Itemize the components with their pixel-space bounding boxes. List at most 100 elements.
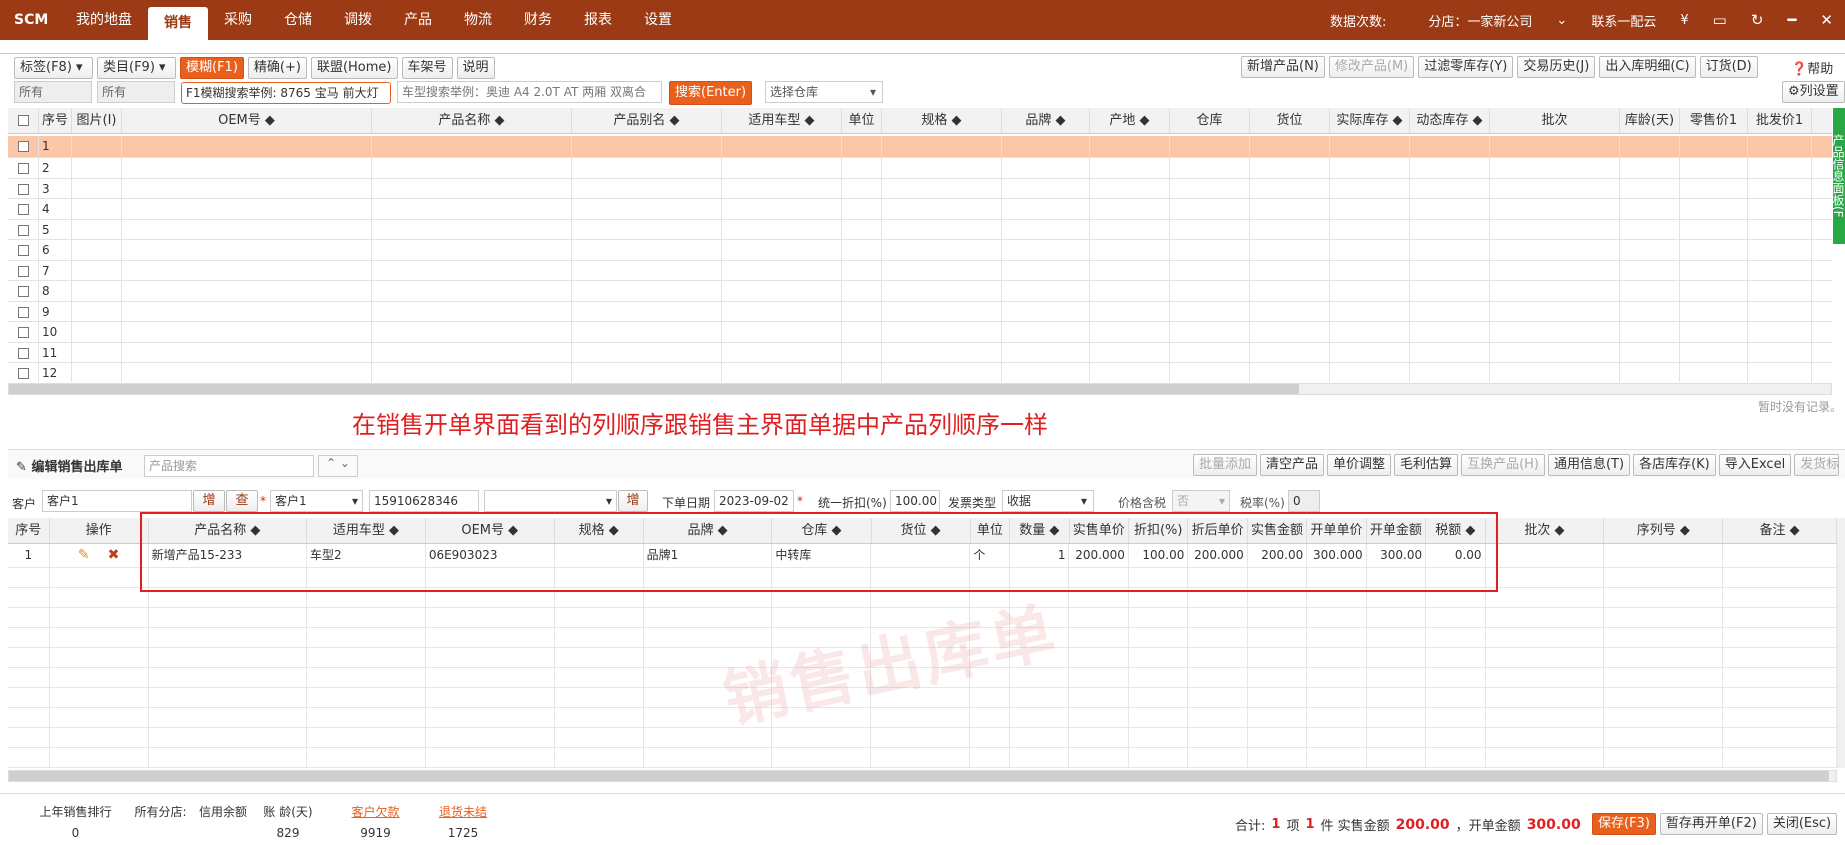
empty-row[interactable]: [8, 748, 1837, 768]
in-out-detail-button[interactable]: 出入库明细(C): [1599, 56, 1696, 78]
nav-item-home[interactable]: 我的地盘: [60, 0, 148, 40]
col-header[interactable]: 规格 ◆: [882, 108, 1002, 133]
discount-input[interactable]: 100.00: [890, 490, 940, 512]
empty-row[interactable]: [8, 728, 1837, 748]
col-header[interactable]: 仓库: [1170, 108, 1250, 133]
table-row[interactable]: 3: [8, 178, 1832, 199]
tax-inclusive-select[interactable]: 否 ▾: [1172, 490, 1230, 512]
col-header[interactable]: 实际库存 ◆: [1330, 108, 1410, 133]
nav-item-sales[interactable]: 销售: [148, 7, 208, 40]
close-button[interactable]: 关闭(Esc): [1766, 813, 1838, 835]
help-link[interactable]: ❓帮助: [1791, 58, 1833, 77]
nav-item-purchase[interactable]: 采购: [208, 0, 268, 40]
col-header[interactable]: 备注 ◆: [1723, 518, 1838, 543]
scrollbar-thumb[interactable]: [9, 384, 1299, 394]
col-header[interactable]: 批次: [1490, 108, 1620, 133]
nav-item-storage[interactable]: 仓储: [268, 0, 328, 40]
scrollbar-thumb[interactable]: [9, 771, 1829, 781]
add-address-button[interactable]: 增: [618, 490, 648, 512]
row-checkbox[interactable]: [17, 224, 29, 236]
account-label[interactable]: 联系一配云: [1591, 11, 1656, 30]
tag-select[interactable]: 标签(F8) ▾: [14, 57, 93, 79]
clear-products-button[interactable]: 清空产品: [1260, 454, 1325, 476]
top-horizontal-scrollbar[interactable]: [8, 383, 1832, 395]
table-row[interactable]: 6: [8, 240, 1832, 261]
store-stock-button[interactable]: 各店库存(K): [1633, 454, 1716, 476]
column-settings-button[interactable]: ⚙列设置: [1782, 81, 1845, 103]
address-select[interactable]: ▾: [484, 490, 617, 512]
row-checkbox-cell[interactable]: [8, 136, 39, 157]
currency-label[interactable]: ¥: [1680, 13, 1688, 28]
category-select[interactable]: 类目(F9) ▾: [97, 57, 176, 79]
minimize-icon[interactable]: ━: [1787, 11, 1796, 29]
stat-item[interactable]: 退货未结 1725: [423, 803, 503, 840]
row-checkbox-cell[interactable]: [8, 322, 39, 342]
hold-and-new-button[interactable]: 暂存再开单(F2): [1659, 813, 1763, 835]
add-customer-button[interactable]: 增: [193, 490, 225, 512]
table-row[interactable]: 7: [8, 260, 1832, 281]
price-adjust-button[interactable]: 单价调整: [1327, 454, 1392, 476]
table-row[interactable]: 12: [8, 363, 1832, 382]
order-date-input[interactable]: 2023-09-02: [714, 490, 794, 512]
row-checkbox[interactable]: [17, 368, 29, 379]
col-header[interactable]: 适用车型 ◆: [722, 108, 842, 133]
row-checkbox-cell[interactable]: [8, 342, 39, 362]
row-checkbox[interactable]: [17, 163, 29, 174]
row-checkbox[interactable]: [17, 183, 29, 195]
phone-input[interactable]: 15910628346: [369, 490, 479, 512]
nav-item-logistics[interactable]: 物流: [448, 0, 508, 40]
batch-add-button[interactable]: 批量添加: [1193, 454, 1258, 476]
instructions-button[interactable]: 说明: [456, 57, 495, 79]
row-checkbox[interactable]: [17, 327, 29, 338]
fuzzy-search-button[interactable]: 模糊(F1): [180, 57, 244, 79]
col-header[interactable]: 产地 ◆: [1090, 108, 1170, 133]
chevron-down-icon[interactable]: ⌄: [1556, 13, 1567, 28]
row-checkbox[interactable]: [17, 204, 29, 215]
close-icon[interactable]: ✕: [1820, 11, 1833, 29]
row-checkbox[interactable]: [17, 265, 29, 277]
col-header[interactable]: 货位: [1250, 108, 1330, 133]
table-row[interactable]: 11: [8, 342, 1832, 363]
trade-history-button[interactable]: 交易历史(J): [1517, 56, 1596, 78]
search-customer-button[interactable]: 查: [226, 490, 258, 512]
common-info-button[interactable]: 通用信息(T): [1547, 454, 1631, 476]
row-checkbox-cell[interactable]: [8, 178, 39, 198]
delete-icon[interactable]: ✖: [108, 547, 120, 563]
row-checkbox[interactable]: [17, 306, 29, 318]
table-row[interactable]: 10: [8, 322, 1832, 343]
table-row[interactable]: 1: [8, 136, 1832, 158]
col-header[interactable]: 品牌 ◆: [1002, 108, 1090, 133]
row-checkbox-cell[interactable]: [8, 281, 39, 301]
edit-product-button[interactable]: 修改产品(M): [1328, 56, 1415, 78]
row-checkbox[interactable]: [17, 347, 29, 359]
alliance-search-button[interactable]: 联盟(Home): [310, 57, 398, 79]
category-value-field[interactable]: 所有: [97, 81, 175, 103]
row-checkbox-cell[interactable]: [8, 219, 39, 239]
col-header[interactable]: 图片(I): [72, 108, 122, 133]
profit-estimate-button[interactable]: 毛利估算: [1394, 454, 1459, 476]
message-icon[interactable]: ▭: [1713, 11, 1727, 29]
row-checkbox-cell[interactable]: [8, 199, 39, 219]
nav-item-settings[interactable]: 设置: [628, 0, 688, 40]
customer-input[interactable]: 客户1: [42, 490, 192, 512]
bottom-vertical-scrollbar[interactable]: [1837, 518, 1845, 768]
row-checkbox-cell[interactable]: [8, 260, 39, 280]
contact-select[interactable]: 客户1 ▾: [270, 490, 363, 512]
edit-icon[interactable]: ✎: [78, 547, 90, 563]
exact-search-button[interactable]: 精确(+): [247, 57, 307, 79]
row-checkbox[interactable]: [17, 141, 29, 152]
col-header[interactable]: 序号: [8, 518, 50, 543]
warehouse-select[interactable]: 选择仓库 ▾: [765, 81, 883, 103]
row-checkbox-cell[interactable]: [8, 158, 39, 178]
tag-value-field[interactable]: 所有: [14, 81, 92, 103]
col-header[interactable]: 操作: [50, 518, 149, 543]
product-info-panel-tab[interactable]: 产品信息面板(F: [1831, 108, 1845, 244]
product-search-input[interactable]: 产品搜索: [144, 455, 314, 477]
save-button[interactable]: 保存(F3): [1592, 813, 1656, 835]
col-header[interactable]: OEM号 ◆: [122, 108, 372, 133]
col-header[interactable]: 库龄(天): [1620, 108, 1680, 133]
table-row[interactable]: 2: [8, 158, 1832, 179]
nav-item-product[interactable]: 产品: [388, 0, 448, 40]
table-row[interactable]: 5: [8, 219, 1832, 240]
vin-search-button[interactable]: 车架号: [401, 57, 453, 79]
